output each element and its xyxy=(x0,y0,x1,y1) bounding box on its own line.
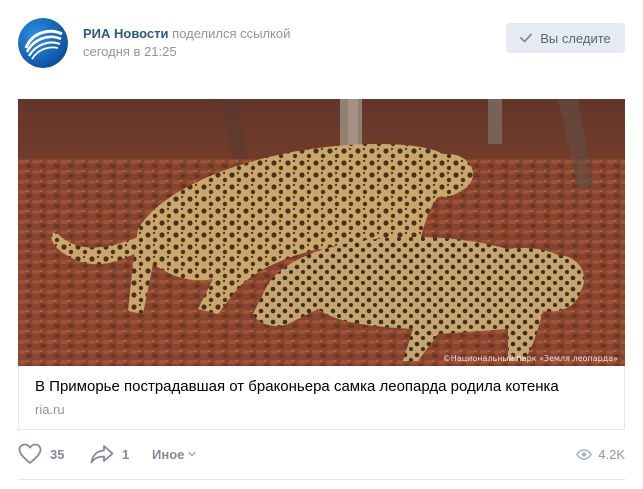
more-button[interactable]: Иное xyxy=(152,441,197,467)
eye-icon xyxy=(576,448,593,460)
share-arrow-icon xyxy=(90,444,114,464)
author-action-text: поделился ссылкой xyxy=(172,26,291,41)
avatar[interactable] xyxy=(18,18,68,68)
leopard-photo: ©Национальный парк «Земля леопарда» xyxy=(18,99,625,366)
post-date[interactable]: сегодня в 21:25 xyxy=(83,44,177,60)
post-actions-bar: 35 1 Иное 4.2K xyxy=(18,441,625,467)
link-title[interactable]: В Приморье пострадавшая от браконьера са… xyxy=(35,378,559,396)
check-icon xyxy=(520,33,533,43)
following-button[interactable]: Вы следите xyxy=(506,23,625,53)
photo-watermark: ©Национальный парк «Земля леопарда» xyxy=(443,354,618,363)
views-counter: 4.2K xyxy=(576,441,625,467)
author-line: РИА Новости поделился ссылкой xyxy=(83,26,290,42)
heart-icon xyxy=(18,443,42,465)
following-button-label: Вы следите xyxy=(540,30,611,46)
author-name-link[interactable]: РИА Новости xyxy=(83,26,169,41)
more-label: Иное xyxy=(152,446,185,462)
link-card[interactable]: В Приморье пострадавшая от браконьера са… xyxy=(18,366,625,430)
views-count: 4.2K xyxy=(598,446,625,462)
chevron-down-icon xyxy=(188,451,197,457)
ria-novosti-logo-icon xyxy=(18,18,68,68)
like-button[interactable]: 35 xyxy=(18,441,64,467)
share-count: 1 xyxy=(122,446,130,462)
post-header: РИА Новости поделился ссылкой сегодня в … xyxy=(18,18,625,70)
post-divider xyxy=(18,479,625,480)
post-image[interactable]: ©Национальный парк «Земля леопарда» xyxy=(18,99,625,366)
share-button[interactable]: 1 xyxy=(90,441,129,467)
like-count: 35 xyxy=(50,446,65,462)
link-domain: ria.ru xyxy=(35,402,65,417)
